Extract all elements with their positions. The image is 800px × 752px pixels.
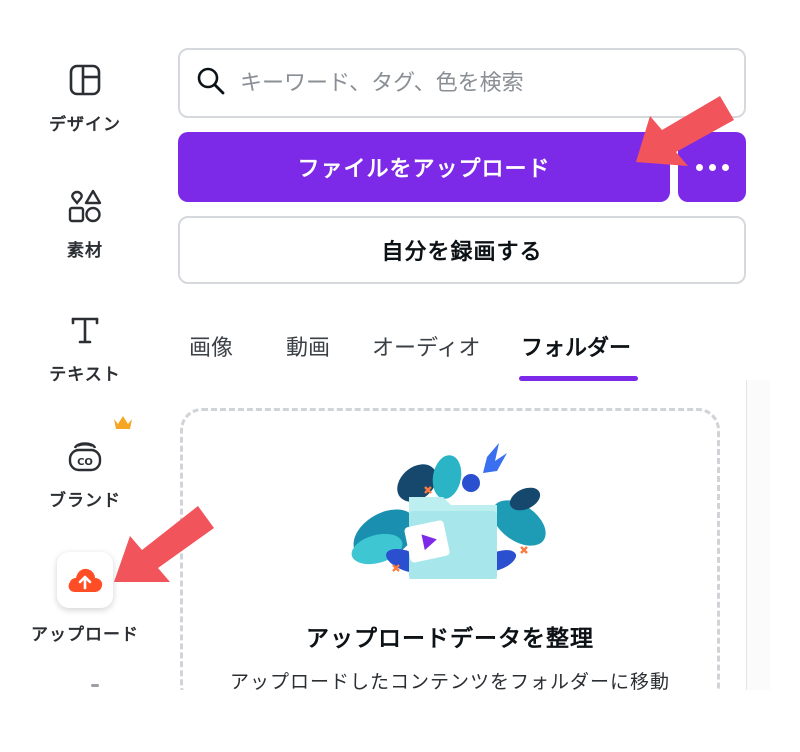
cloud-upload-icon xyxy=(57,552,113,608)
folder-empty-state-card: アップロードデータを整理 アップロードしたコンテンツをフォルダーに移動 xyxy=(180,408,720,708)
folder-illustration xyxy=(347,437,557,591)
sidebar: デザイン 素材 テキスト CO ブランド アップロード xyxy=(0,0,170,752)
annotation-arrow-uploads-tab xyxy=(114,506,214,582)
empty-state-title: アップロードデータを整理 xyxy=(306,626,594,652)
record-yourself-button[interactable]: 自分を録画する xyxy=(178,216,746,284)
sidebar-item-elements[interactable]: 素材 xyxy=(0,186,170,261)
sidebar-item-label: デザイン xyxy=(49,115,121,135)
tab-audio[interactable]: オーディオ xyxy=(372,330,480,362)
layout-icon xyxy=(65,60,105,100)
panel-bottom-edge xyxy=(178,690,800,752)
active-tab-indicator xyxy=(519,376,638,381)
sidebar-item-label: アップロード xyxy=(31,625,139,645)
crown-icon xyxy=(112,414,134,436)
sidebar-item-design[interactable]: デザイン xyxy=(0,60,170,135)
svg-text:CO: CO xyxy=(77,457,93,468)
text-icon xyxy=(65,310,105,350)
sidebar-item-label: テキスト xyxy=(49,365,121,385)
upload-files-button[interactable]: ファイルをアップロード xyxy=(178,132,670,202)
tab-videos[interactable]: 動画 xyxy=(286,330,330,362)
brand-icon: CO xyxy=(65,436,105,476)
shapes-icon xyxy=(65,186,105,226)
scrollbar[interactable] xyxy=(746,380,770,690)
tab-images[interactable]: 画像 xyxy=(189,330,233,362)
annotation-arrow-upload-button xyxy=(636,96,734,166)
tab-folders[interactable]: フォルダー xyxy=(521,330,631,362)
search-icon xyxy=(196,66,226,100)
sidebar-item-label: 素材 xyxy=(67,241,103,261)
sidebar-next-item-hint xyxy=(91,684,99,687)
sidebar-item-text[interactable]: テキスト xyxy=(0,310,170,385)
